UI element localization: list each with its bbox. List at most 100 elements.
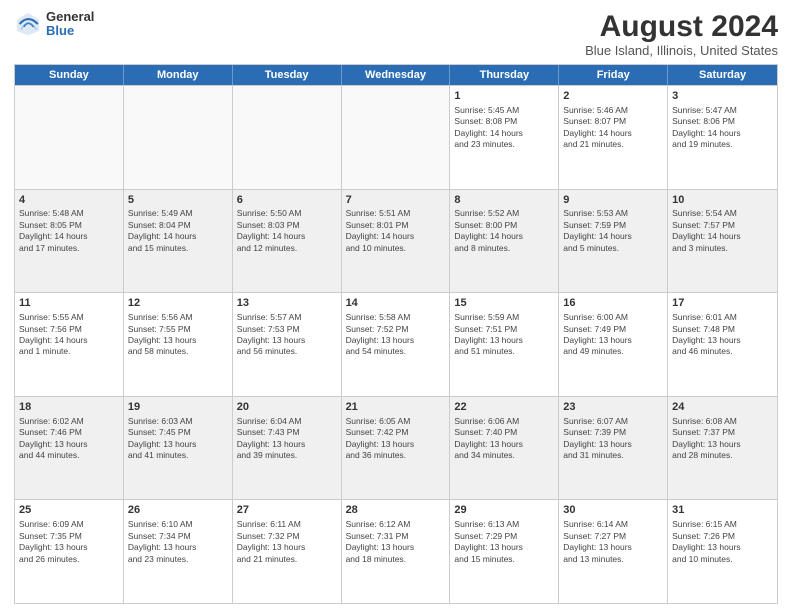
day-content-3: Sunrise: 5:47 AM Sunset: 8:06 PM Dayligh… (672, 105, 773, 151)
calendar-header: Sunday Monday Tuesday Wednesday Thursday… (15, 65, 777, 85)
week-row-2: 11Sunrise: 5:55 AM Sunset: 7:56 PM Dayli… (15, 292, 777, 396)
day-cell-25: 25Sunrise: 6:09 AM Sunset: 7:35 PM Dayli… (15, 500, 124, 603)
empty-cell-0-3 (342, 86, 451, 189)
header-wednesday: Wednesday (342, 65, 451, 85)
day-cell-23: 23Sunrise: 6:07 AM Sunset: 7:39 PM Dayli… (559, 397, 668, 500)
day-cell-14: 14Sunrise: 5:58 AM Sunset: 7:52 PM Dayli… (342, 293, 451, 396)
day-cell-6: 6Sunrise: 5:50 AM Sunset: 8:03 PM Daylig… (233, 190, 342, 293)
page: General Blue August 2024 Blue Island, Il… (0, 0, 792, 612)
day-content-23: Sunrise: 6:07 AM Sunset: 7:39 PM Dayligh… (563, 416, 663, 462)
day-number-9: 9 (563, 193, 663, 208)
day-content-4: Sunrise: 5:48 AM Sunset: 8:05 PM Dayligh… (19, 208, 119, 254)
day-number-25: 25 (19, 503, 119, 518)
day-number-16: 16 (563, 296, 663, 311)
day-content-2: Sunrise: 5:46 AM Sunset: 8:07 PM Dayligh… (563, 105, 663, 151)
day-cell-12: 12Sunrise: 5:56 AM Sunset: 7:55 PM Dayli… (124, 293, 233, 396)
day-number-5: 5 (128, 193, 228, 208)
week-row-1: 4Sunrise: 5:48 AM Sunset: 8:05 PM Daylig… (15, 189, 777, 293)
day-number-18: 18 (19, 400, 119, 415)
logo-text: General Blue (46, 10, 94, 39)
day-content-10: Sunrise: 5:54 AM Sunset: 7:57 PM Dayligh… (672, 208, 773, 254)
title-block: August 2024 Blue Island, Illinois, Unite… (585, 10, 778, 58)
calendar-body: 1Sunrise: 5:45 AM Sunset: 8:08 PM Daylig… (15, 85, 777, 603)
header-saturday: Saturday (668, 65, 777, 85)
day-cell-30: 30Sunrise: 6:14 AM Sunset: 7:27 PM Dayli… (559, 500, 668, 603)
week-row-0: 1Sunrise: 5:45 AM Sunset: 8:08 PM Daylig… (15, 85, 777, 189)
day-number-19: 19 (128, 400, 228, 415)
day-content-20: Sunrise: 6:04 AM Sunset: 7:43 PM Dayligh… (237, 416, 337, 462)
page-subtitle: Blue Island, Illinois, United States (585, 43, 778, 58)
day-content-6: Sunrise: 5:50 AM Sunset: 8:03 PM Dayligh… (237, 208, 337, 254)
header-sunday: Sunday (15, 65, 124, 85)
empty-cell-0-1 (124, 86, 233, 189)
day-number-10: 10 (672, 193, 773, 208)
day-cell-3: 3Sunrise: 5:47 AM Sunset: 8:06 PM Daylig… (668, 86, 777, 189)
day-number-28: 28 (346, 503, 446, 518)
day-cell-7: 7Sunrise: 5:51 AM Sunset: 8:01 PM Daylig… (342, 190, 451, 293)
day-number-21: 21 (346, 400, 446, 415)
day-content-13: Sunrise: 5:57 AM Sunset: 7:53 PM Dayligh… (237, 312, 337, 358)
logo-general-text: General (46, 10, 94, 24)
logo: General Blue (14, 10, 94, 39)
day-content-7: Sunrise: 5:51 AM Sunset: 8:01 PM Dayligh… (346, 208, 446, 254)
day-cell-9: 9Sunrise: 5:53 AM Sunset: 7:59 PM Daylig… (559, 190, 668, 293)
day-number-30: 30 (563, 503, 663, 518)
day-number-8: 8 (454, 193, 554, 208)
day-number-6: 6 (237, 193, 337, 208)
day-content-8: Sunrise: 5:52 AM Sunset: 8:00 PM Dayligh… (454, 208, 554, 254)
day-cell-13: 13Sunrise: 5:57 AM Sunset: 7:53 PM Dayli… (233, 293, 342, 396)
day-cell-21: 21Sunrise: 6:05 AM Sunset: 7:42 PM Dayli… (342, 397, 451, 500)
header-friday: Friday (559, 65, 668, 85)
day-number-2: 2 (563, 89, 663, 104)
page-title: August 2024 (585, 10, 778, 43)
day-content-18: Sunrise: 6:02 AM Sunset: 7:46 PM Dayligh… (19, 416, 119, 462)
day-cell-31: 31Sunrise: 6:15 AM Sunset: 7:26 PM Dayli… (668, 500, 777, 603)
day-number-24: 24 (672, 400, 773, 415)
day-cell-16: 16Sunrise: 6:00 AM Sunset: 7:49 PM Dayli… (559, 293, 668, 396)
day-cell-15: 15Sunrise: 5:59 AM Sunset: 7:51 PM Dayli… (450, 293, 559, 396)
day-cell-19: 19Sunrise: 6:03 AM Sunset: 7:45 PM Dayli… (124, 397, 233, 500)
day-cell-10: 10Sunrise: 5:54 AM Sunset: 7:57 PM Dayli… (668, 190, 777, 293)
header-tuesday: Tuesday (233, 65, 342, 85)
day-content-28: Sunrise: 6:12 AM Sunset: 7:31 PM Dayligh… (346, 519, 446, 565)
day-content-27: Sunrise: 6:11 AM Sunset: 7:32 PM Dayligh… (237, 519, 337, 565)
day-cell-17: 17Sunrise: 6:01 AM Sunset: 7:48 PM Dayli… (668, 293, 777, 396)
day-number-3: 3 (672, 89, 773, 104)
day-content-1: Sunrise: 5:45 AM Sunset: 8:08 PM Dayligh… (454, 105, 554, 151)
day-cell-28: 28Sunrise: 6:12 AM Sunset: 7:31 PM Dayli… (342, 500, 451, 603)
day-content-11: Sunrise: 5:55 AM Sunset: 7:56 PM Dayligh… (19, 312, 119, 358)
day-cell-4: 4Sunrise: 5:48 AM Sunset: 8:05 PM Daylig… (15, 190, 124, 293)
day-cell-2: 2Sunrise: 5:46 AM Sunset: 8:07 PM Daylig… (559, 86, 668, 189)
day-cell-22: 22Sunrise: 6:06 AM Sunset: 7:40 PM Dayli… (450, 397, 559, 500)
day-cell-27: 27Sunrise: 6:11 AM Sunset: 7:32 PM Dayli… (233, 500, 342, 603)
header-monday: Monday (124, 65, 233, 85)
week-row-4: 25Sunrise: 6:09 AM Sunset: 7:35 PM Dayli… (15, 499, 777, 603)
day-number-7: 7 (346, 193, 446, 208)
day-content-30: Sunrise: 6:14 AM Sunset: 7:27 PM Dayligh… (563, 519, 663, 565)
day-number-17: 17 (672, 296, 773, 311)
day-number-31: 31 (672, 503, 773, 518)
day-cell-5: 5Sunrise: 5:49 AM Sunset: 8:04 PM Daylig… (124, 190, 233, 293)
header-thursday: Thursday (450, 65, 559, 85)
day-content-25: Sunrise: 6:09 AM Sunset: 7:35 PM Dayligh… (19, 519, 119, 565)
day-number-29: 29 (454, 503, 554, 518)
day-content-14: Sunrise: 5:58 AM Sunset: 7:52 PM Dayligh… (346, 312, 446, 358)
day-content-9: Sunrise: 5:53 AM Sunset: 7:59 PM Dayligh… (563, 208, 663, 254)
day-number-13: 13 (237, 296, 337, 311)
day-number-27: 27 (237, 503, 337, 518)
day-content-12: Sunrise: 5:56 AM Sunset: 7:55 PM Dayligh… (128, 312, 228, 358)
day-cell-8: 8Sunrise: 5:52 AM Sunset: 8:00 PM Daylig… (450, 190, 559, 293)
day-number-22: 22 (454, 400, 554, 415)
day-number-4: 4 (19, 193, 119, 208)
header: General Blue August 2024 Blue Island, Il… (14, 10, 778, 58)
empty-cell-0-0 (15, 86, 124, 189)
day-content-17: Sunrise: 6:01 AM Sunset: 7:48 PM Dayligh… (672, 312, 773, 358)
week-row-3: 18Sunrise: 6:02 AM Sunset: 7:46 PM Dayli… (15, 396, 777, 500)
day-number-26: 26 (128, 503, 228, 518)
day-number-23: 23 (563, 400, 663, 415)
logo-icon (14, 10, 42, 38)
day-content-5: Sunrise: 5:49 AM Sunset: 8:04 PM Dayligh… (128, 208, 228, 254)
day-content-26: Sunrise: 6:10 AM Sunset: 7:34 PM Dayligh… (128, 519, 228, 565)
day-cell-24: 24Sunrise: 6:08 AM Sunset: 7:37 PM Dayli… (668, 397, 777, 500)
day-cell-26: 26Sunrise: 6:10 AM Sunset: 7:34 PM Dayli… (124, 500, 233, 603)
